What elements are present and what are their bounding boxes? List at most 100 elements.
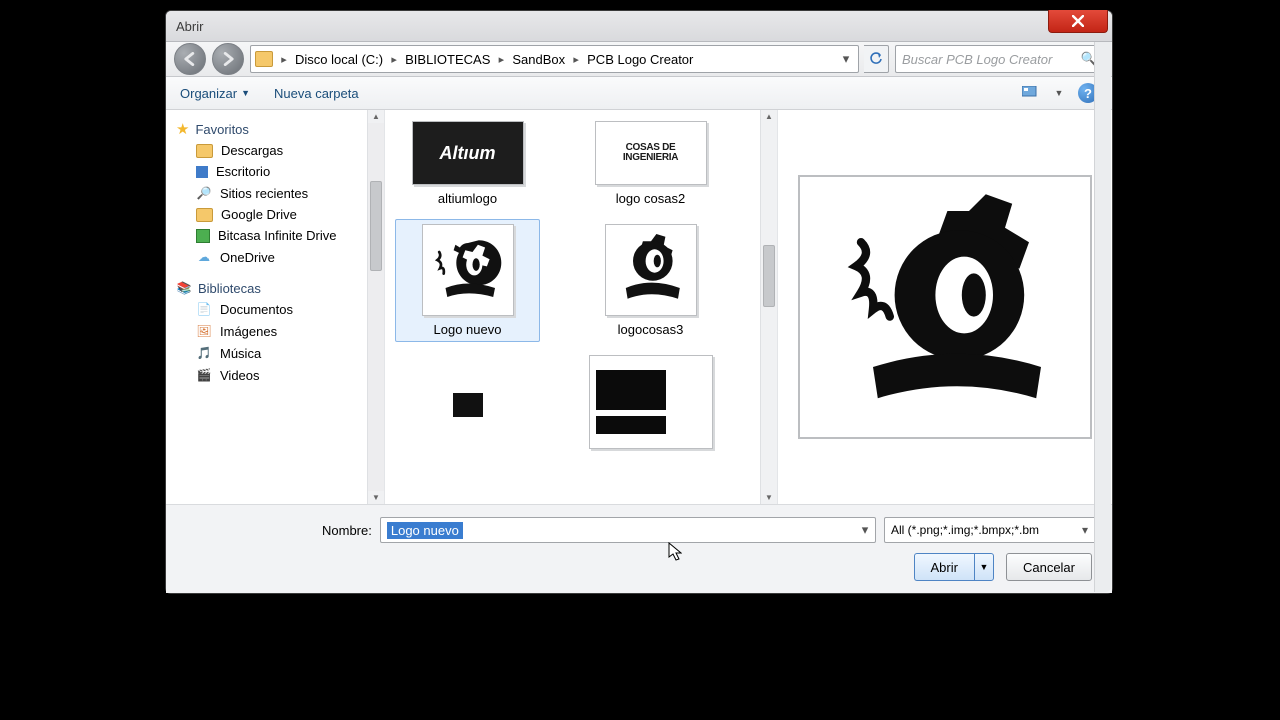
scroll-thumb[interactable] [370, 181, 382, 271]
chevron-right-icon[interactable]: ▸ [571, 53, 581, 66]
sidebar-item-onedrive[interactable]: ☁OneDrive [170, 246, 380, 268]
file-tile-logo-nuevo[interactable]: Logo nuevo [395, 219, 540, 342]
sidebar-item-escritorio[interactable]: Escritorio [170, 161, 380, 182]
chevron-right-icon[interactable]: ▸ [279, 53, 289, 66]
dialog-body: ★ Favoritos Descargas Escritorio 🔎Sitios… [166, 110, 1112, 504]
preview-pane [777, 110, 1112, 504]
close-icon [1072, 15, 1084, 27]
refresh-icon [869, 52, 883, 66]
view-dropdown[interactable]: ▼ [1050, 84, 1068, 102]
filename-input[interactable]: Logo nuevo ▾ [380, 517, 876, 543]
close-button[interactable] [1048, 10, 1108, 33]
back-button[interactable] [174, 43, 206, 75]
libraries-group: 📚 Bibliotecas 📄Documentos 🖼Imágenes 🎵Mús… [170, 278, 380, 386]
breadcrumb-sandbox[interactable]: SandBox [508, 46, 569, 72]
sidebar-item-sitios-recientes[interactable]: 🔎Sitios recientes [170, 182, 380, 204]
cloud-icon: ☁ [196, 249, 212, 265]
view-icon [1022, 86, 1040, 100]
file-label: Logo nuevo [434, 322, 502, 337]
filename-value: Logo nuevo [387, 522, 463, 539]
organize-menu[interactable]: Organizar ▼ [180, 86, 250, 101]
gear-logo-icon [423, 225, 513, 315]
star-icon: ★ [176, 120, 189, 138]
toolbar: Organizar ▼ Nueva carpeta ▼ ? [166, 77, 1112, 110]
scroll-down-icon[interactable]: ▼ [372, 491, 380, 504]
nav-row: ▸ Disco local (C:) ▸ BIBLIOTECAS ▸ SandB… [166, 42, 1112, 77]
folder-icon [196, 208, 213, 222]
chevron-down-icon: ▼ [241, 88, 250, 98]
thumbnail [453, 393, 483, 417]
arrow-right-icon [221, 52, 235, 66]
file-tile-test1[interactable]: test1 [395, 350, 540, 475]
chevron-down-icon[interactable]: ▾ [857, 520, 873, 540]
recent-icon: 🔎 [196, 185, 212, 201]
new-folder-button[interactable]: Nueva carpeta [274, 86, 359, 101]
sidebar-item-google-drive[interactable]: Google Drive [170, 204, 380, 225]
cancel-button[interactable]: Cancelar [1006, 553, 1092, 581]
sidebar: ★ Favoritos Descargas Escritorio 🔎Sitios… [166, 110, 385, 504]
gear-logo-icon [606, 225, 696, 315]
preview-image [798, 175, 1092, 439]
breadcrumb-pcb-logo-creator[interactable]: PCB Logo Creator [583, 46, 697, 72]
search-input[interactable]: Buscar PCB Logo Creator 🔍 [895, 45, 1104, 73]
file-open-dialog: Abrir ▸ Disco local (C:) ▸ BIBLIOTECAS ▸… [165, 10, 1113, 594]
folder-icon [255, 51, 273, 67]
libraries-header[interactable]: 📚 Bibliotecas [170, 278, 380, 298]
chevron-down-icon[interactable]: ▾ [1077, 520, 1093, 540]
scroll-up-icon[interactable]: ▲ [765, 110, 773, 123]
file-grid: Altıum altiumlogo COSAS DEINGENIERIA log… [385, 110, 777, 504]
refresh-button[interactable] [864, 45, 889, 73]
address-history-dropdown[interactable]: ▾ [838, 46, 854, 72]
sidebar-item-imagenes[interactable]: 🖼Imágenes [170, 320, 380, 342]
chevron-right-icon[interactable]: ▸ [496, 53, 506, 66]
filename-label: Nombre: [322, 523, 372, 538]
open-button[interactable]: Abrir [914, 553, 974, 581]
open-dropdown[interactable]: ▼ [974, 553, 994, 581]
address-bar[interactable]: ▸ Disco local (C:) ▸ BIBLIOTECAS ▸ SandB… [250, 45, 859, 73]
folder-icon [196, 144, 213, 158]
breadcrumb-disk[interactable]: Disco local (C:) [291, 46, 387, 72]
file-tile-logocosas3[interactable]: logocosas3 [578, 219, 723, 342]
thumbnail: COSAS DEINGENIERIA [595, 121, 707, 185]
thumbnail [605, 224, 697, 316]
sidebar-item-musica[interactable]: 🎵Música [170, 342, 380, 364]
breadcrumb-bibliotecas[interactable]: BIBLIOTECAS [401, 46, 494, 72]
filetype-filter[interactable]: All (*.png;*.img;*.bmpx;*.bm ▾ [884, 517, 1096, 543]
chevron-right-icon[interactable]: ▸ [389, 53, 399, 66]
thumbnail: Altıum [412, 121, 524, 185]
file-label: logocosas3 [618, 322, 684, 337]
image-icon: 🖼 [196, 323, 212, 339]
file-tile-altiumlogo[interactable]: Altıum altiumlogo [395, 116, 540, 211]
file-label: logo cosas2 [616, 191, 685, 206]
view-options-button[interactable] [1022, 84, 1040, 102]
gear-logo-icon [810, 187, 1080, 427]
library-icon: 📚 [176, 280, 192, 296]
sidebar-item-bitcasa[interactable]: Bitcasa Infinite Drive [170, 225, 380, 246]
file-tile-logo-cosas2[interactable]: COSAS DEINGENIERIA logo cosas2 [578, 116, 723, 211]
sidebar-item-documentos[interactable]: 📄Documentos [170, 298, 380, 320]
search-placeholder: Buscar PCB Logo Creator [902, 52, 1052, 67]
scroll-track[interactable] [761, 123, 777, 491]
filegrid-scrollbar[interactable]: ▲ ▼ [760, 110, 777, 504]
window-title: Abrir [176, 19, 203, 34]
sidebar-scrollbar[interactable]: ▲ ▼ [367, 110, 384, 504]
window-scrollbar[interactable] [1094, 42, 1111, 592]
favorites-group: ★ Favoritos Descargas Escritorio 🔎Sitios… [170, 118, 380, 268]
music-icon: 🎵 [196, 345, 212, 361]
arrow-left-icon [183, 52, 197, 66]
scroll-down-icon[interactable]: ▼ [765, 491, 773, 504]
sidebar-item-descargas[interactable]: Descargas [170, 140, 380, 161]
scroll-up-icon[interactable]: ▲ [372, 110, 380, 123]
favorites-header[interactable]: ★ Favoritos [170, 118, 380, 140]
desktop-icon [196, 166, 208, 178]
file-tile-test2[interactable]: test2 [578, 350, 723, 475]
video-icon: 🎬 [196, 367, 212, 383]
filter-value: All (*.png;*.img;*.bmpx;*.bm [891, 523, 1039, 537]
forward-button[interactable] [212, 43, 244, 75]
sidebar-item-videos[interactable]: 🎬Videos [170, 364, 380, 386]
thumbnail [422, 224, 514, 316]
scroll-track[interactable] [368, 123, 384, 491]
thumbnail [589, 355, 713, 449]
help-icon: ? [1084, 86, 1092, 101]
scroll-thumb[interactable] [763, 245, 775, 307]
